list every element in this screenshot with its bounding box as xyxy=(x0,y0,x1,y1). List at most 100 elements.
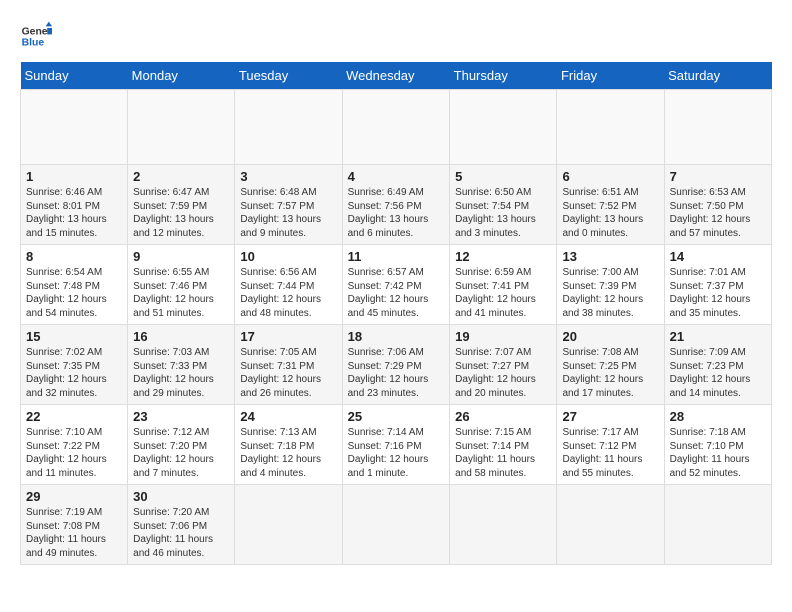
day-detail: Sunrise: 7:20 AM Sunset: 7:06 PM Dayligh… xyxy=(133,506,229,560)
day-number: 24 xyxy=(240,409,336,424)
calendar-cell: 27 Sunrise: 7:17 AM Sunset: 7:12 PM Dayli… xyxy=(557,405,664,485)
calendar-cell xyxy=(664,90,771,165)
day-number: 27 xyxy=(562,409,658,424)
calendar-cell: 21 Sunrise: 7:09 AM Sunset: 7:23 PM Dayli… xyxy=(664,325,771,405)
calendar-cell: 3 Sunrise: 6:48 AM Sunset: 7:57 PM Daylig… xyxy=(235,165,342,245)
day-detail: Sunrise: 7:08 AM Sunset: 7:25 PM Dayligh… xyxy=(562,346,658,400)
day-detail: Sunrise: 7:12 AM Sunset: 7:20 PM Dayligh… xyxy=(133,426,229,480)
calendar-cell xyxy=(342,90,450,165)
calendar-cell: 4Sunrise: 6:49 AM Sunset: 7:56 PM Daylig… xyxy=(342,165,450,245)
day-number: 18 xyxy=(348,329,445,344)
day-detail: Sunrise: 7:09 AM Sunset: 7:23 PM Dayligh… xyxy=(670,346,766,400)
calendar-cell: 10Sunrise: 6:56 AM Sunset: 7:44 PM Dayli… xyxy=(235,245,342,325)
svg-text:Blue: Blue xyxy=(22,38,45,49)
calendar-cell xyxy=(21,90,128,165)
day-number: 7 xyxy=(670,169,766,184)
day-number: 5 xyxy=(455,169,551,184)
calendar-cell: 14 Sunrise: 7:01 AM Sunset: 7:37 PM Dayli… xyxy=(664,245,771,325)
day-number: 16 xyxy=(133,329,229,344)
day-number: 6 xyxy=(562,169,658,184)
calendar-cell: 12Sunrise: 6:59 AM Sunset: 7:41 PM Dayli… xyxy=(450,245,557,325)
day-detail: Sunrise: 7:01 AM Sunset: 7:37 PM Dayligh… xyxy=(670,266,766,320)
header-saturday: Saturday xyxy=(664,62,771,90)
calendar-cell: 11Sunrise: 6:57 AM Sunset: 7:42 PM Dayli… xyxy=(342,245,450,325)
day-number: 9 xyxy=(133,249,229,264)
header-tuesday: Tuesday xyxy=(235,62,342,90)
day-number: 15 xyxy=(26,329,122,344)
calendar-cell: 19Sunrise: 7:07 AM Sunset: 7:27 PM Dayli… xyxy=(450,325,557,405)
day-detail: Sunrise: 6:59 AM Sunset: 7:41 PM Dayligh… xyxy=(455,266,551,320)
day-detail: Sunrise: 6:56 AM Sunset: 7:44 PM Dayligh… xyxy=(240,266,336,320)
day-number: 14 xyxy=(670,249,766,264)
calendar-cell: 9Sunrise: 6:55 AM Sunset: 7:46 PM Daylig… xyxy=(128,245,235,325)
day-detail: Sunrise: 6:47 AM Sunset: 7:59 PM Dayligh… xyxy=(133,186,229,240)
calendar-cell: 8Sunrise: 6:54 AM Sunset: 7:48 PM Daylig… xyxy=(21,245,128,325)
day-detail: Sunrise: 6:48 AM Sunset: 7:57 PM Dayligh… xyxy=(240,186,336,240)
calendar-cell: 25 Sunrise: 7:14 AM Sunset: 7:16 PM Dayli… xyxy=(342,405,450,485)
day-detail: Sunrise: 6:49 AM Sunset: 7:56 PM Dayligh… xyxy=(348,186,445,240)
day-number: 17 xyxy=(240,329,336,344)
day-detail: Sunrise: 6:54 AM Sunset: 7:48 PM Dayligh… xyxy=(26,266,122,320)
header-wednesday: Wednesday xyxy=(342,62,450,90)
day-detail: Sunrise: 7:07 AM Sunset: 7:27 PM Dayligh… xyxy=(455,346,551,400)
calendar-cell: 6 Sunrise: 6:51 AM Sunset: 7:52 PM Daylig… xyxy=(557,165,664,245)
day-number: 28 xyxy=(670,409,766,424)
calendar-cell: 7 Sunrise: 6:53 AM Sunset: 7:50 PM Daylig… xyxy=(664,165,771,245)
day-detail: Sunrise: 7:14 AM Sunset: 7:16 PM Dayligh… xyxy=(348,426,445,480)
calendar-cell xyxy=(557,90,664,165)
header-monday: Monday xyxy=(128,62,235,90)
day-number: 13 xyxy=(562,249,658,264)
calendar-cell: 16Sunrise: 7:03 AM Sunset: 7:33 PM Dayli… xyxy=(128,325,235,405)
calendar-cell: 15Sunrise: 7:02 AM Sunset: 7:35 PM Dayli… xyxy=(21,325,128,405)
day-detail: Sunrise: 7:06 AM Sunset: 7:29 PM Dayligh… xyxy=(348,346,445,400)
day-number: 25 xyxy=(348,409,445,424)
calendar-cell: 17 Sunrise: 7:05 AM Sunset: 7:31 PM Dayli… xyxy=(235,325,342,405)
calendar-cell: 26 Sunrise: 7:15 AM Sunset: 7:14 PM Dayli… xyxy=(450,405,557,485)
day-detail: Sunrise: 7:17 AM Sunset: 7:12 PM Dayligh… xyxy=(562,426,658,480)
week-row-2: 8Sunrise: 6:54 AM Sunset: 7:48 PM Daylig… xyxy=(21,245,772,325)
day-number: 3 xyxy=(240,169,336,184)
day-number: 26 xyxy=(455,409,551,424)
calendar-cell: 23Sunrise: 7:12 AM Sunset: 7:20 PM Dayli… xyxy=(128,405,235,485)
day-number: 29 xyxy=(26,489,122,504)
week-row-0 xyxy=(21,90,772,165)
day-detail: Sunrise: 7:13 AM Sunset: 7:18 PM Dayligh… xyxy=(240,426,336,480)
calendar-cell xyxy=(557,485,664,565)
day-number: 1 xyxy=(26,169,122,184)
calendar-cell xyxy=(128,90,235,165)
week-row-4: 22 Sunrise: 7:10 AM Sunset: 7:22 PM Dayli… xyxy=(21,405,772,485)
day-number: 22 xyxy=(26,409,122,424)
calendar-cell: 30 Sunrise: 7:20 AM Sunset: 7:06 PM Dayli… xyxy=(128,485,235,565)
day-detail: Sunrise: 7:05 AM Sunset: 7:31 PM Dayligh… xyxy=(240,346,336,400)
calendar-cell xyxy=(450,90,557,165)
day-number: 2 xyxy=(133,169,229,184)
calendar-header-row: SundayMondayTuesdayWednesdayThursdayFrid… xyxy=(21,62,772,90)
calendar-body: 1 Sunrise: 6:46 AM Sunset: 8:01 PM Daylig… xyxy=(21,90,772,565)
calendar-cell xyxy=(450,485,557,565)
calendar-cell: 2 Sunrise: 6:47 AM Sunset: 7:59 PM Daylig… xyxy=(128,165,235,245)
day-detail: Sunrise: 6:46 AM Sunset: 8:01 PM Dayligh… xyxy=(26,186,122,240)
page-header: General Blue xyxy=(20,20,772,52)
header-sunday: Sunday xyxy=(21,62,128,90)
day-number: 30 xyxy=(133,489,229,504)
calendar-cell xyxy=(342,485,450,565)
day-detail: Sunrise: 7:00 AM Sunset: 7:39 PM Dayligh… xyxy=(562,266,658,320)
day-detail: Sunrise: 7:15 AM Sunset: 7:14 PM Dayligh… xyxy=(455,426,551,480)
calendar-cell: 20Sunrise: 7:08 AM Sunset: 7:25 PM Dayli… xyxy=(557,325,664,405)
calendar-cell: 29Sunrise: 7:19 AM Sunset: 7:08 PM Dayli… xyxy=(21,485,128,565)
calendar-cell: 18 Sunrise: 7:06 AM Sunset: 7:29 PM Dayli… xyxy=(342,325,450,405)
logo-icon: General Blue xyxy=(20,20,52,52)
calendar-cell: 28 Sunrise: 7:18 AM Sunset: 7:10 PM Dayli… xyxy=(664,405,771,485)
calendar-cell xyxy=(235,90,342,165)
day-detail: Sunrise: 6:53 AM Sunset: 7:50 PM Dayligh… xyxy=(670,186,766,240)
day-detail: Sunrise: 7:18 AM Sunset: 7:10 PM Dayligh… xyxy=(670,426,766,480)
day-detail: Sunrise: 6:51 AM Sunset: 7:52 PM Dayligh… xyxy=(562,186,658,240)
day-number: 21 xyxy=(670,329,766,344)
day-number: 11 xyxy=(348,249,445,264)
header-thursday: Thursday xyxy=(450,62,557,90)
day-detail: Sunrise: 7:10 AM Sunset: 7:22 PM Dayligh… xyxy=(26,426,122,480)
calendar-cell xyxy=(235,485,342,565)
calendar-cell: 24 Sunrise: 7:13 AM Sunset: 7:18 PM Dayli… xyxy=(235,405,342,485)
calendar-cell: 22 Sunrise: 7:10 AM Sunset: 7:22 PM Dayli… xyxy=(21,405,128,485)
header-friday: Friday xyxy=(557,62,664,90)
